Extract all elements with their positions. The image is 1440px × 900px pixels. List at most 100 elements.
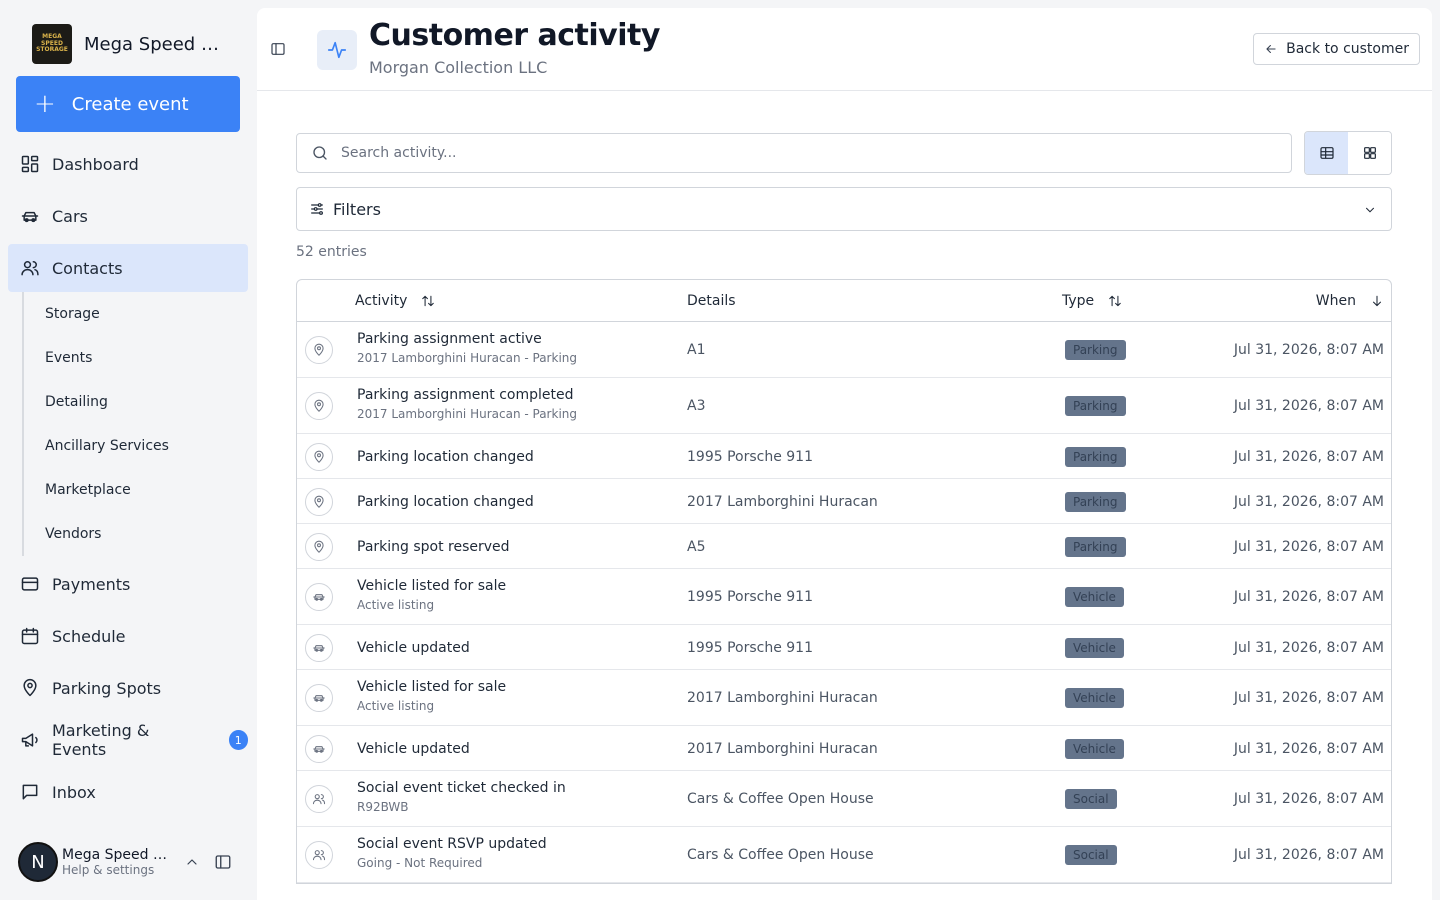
- when-cell: Jul 31, 2026, 8:07 AM: [1233, 448, 1384, 465]
- subnav-item-vendors[interactable]: Vendors: [45, 524, 101, 544]
- type-badge: Vehicle: [1065, 587, 1124, 607]
- column-details: Details: [687, 293, 736, 309]
- table-row[interactable]: Vehicle listed for sale Active listing 201…: [297, 670, 1391, 726]
- table-row[interactable]: Parking location changed 2017 Lamborghini…: [297, 479, 1391, 524]
- details-cell: Cars & Coffee Open House: [687, 847, 874, 863]
- entries-count: 52 entries: [296, 244, 367, 260]
- back-label: Back to customer: [1286, 41, 1409, 57]
- details-cell: 2017 Lamborghini Huracan: [687, 493, 878, 510]
- back-to-customer-button[interactable]: Back to customer: [1253, 33, 1420, 65]
- type-badge: Vehicle: [1065, 637, 1124, 658]
- filters-toggle[interactable]: Filters: [296, 187, 1392, 231]
- chevron-down-icon: [1365, 207, 1375, 213]
- when-cell: Jul 31, 2026, 8:07 AM: [1233, 493, 1384, 510]
- search-input[interactable]: [341, 145, 1241, 161]
- nav-label: Schedule: [52, 626, 126, 646]
- nav-label: Contacts: [52, 258, 123, 278]
- column-label: When: [1315, 292, 1356, 309]
- column-when[interactable]: When: [1316, 293, 1384, 309]
- chevron-up-icon[interactable]: [184, 854, 200, 870]
- arrow-down-icon: [1372, 295, 1382, 306]
- table-row[interactable]: Parking assignment active 2017 Lamborghin…: [297, 322, 1391, 378]
- column-activity[interactable]: Activity: [355, 293, 435, 309]
- activity-cell: Parking location changed: [357, 492, 534, 512]
- nav-item-contacts[interactable]: Contacts: [8, 244, 248, 292]
- activity-cell: Parking spot reserved: [357, 537, 510, 557]
- activity-subtitle: 2017 Lamborghini Huracan - Parking: [357, 407, 577, 421]
- create-event-button[interactable]: + Create event: [16, 76, 240, 132]
- table-header: Activity Details Type When: [297, 280, 1391, 322]
- map-pin-icon: [305, 336, 333, 364]
- table-row[interactable]: Parking assignment completed 2017 Lamborg…: [297, 378, 1391, 434]
- table-row[interactable]: Parking spot reserved A5 Parking Jul 31, 20…: [297, 524, 1391, 569]
- activity-title: Parking location changed: [357, 493, 534, 510]
- sliders-icon: [311, 203, 323, 215]
- nav-item-payments[interactable]: Payments: [8, 560, 248, 608]
- table-view-button[interactable]: [1305, 132, 1348, 174]
- table-row[interactable]: Vehicle updated 1995 Porsche 911 Vehicle Ju…: [297, 625, 1391, 670]
- activity-subtitle: 2017 Lamborghini Huracan - Parking: [357, 351, 577, 365]
- map-pin-icon: [305, 442, 333, 471]
- nav-item-cars[interactable]: Cars: [8, 192, 248, 240]
- grid-icon: [1363, 147, 1376, 159]
- nav-item-marketing-events[interactable]: Marketing & Events 1: [8, 716, 248, 764]
- table-row[interactable]: Vehicle updated 2017 Lamborghini Huracan V…: [297, 726, 1391, 771]
- column-label: Details: [687, 292, 736, 309]
- activity-cell: Social event RSVP updated Going - Not Req…: [357, 834, 547, 872]
- map-pin-icon: [305, 532, 333, 561]
- user-name: Mega Speed St...: [62, 847, 174, 863]
- nav-label: Marketing & Events: [52, 721, 150, 759]
- message-icon: [20, 782, 40, 802]
- activity-subtitle: Active listing: [357, 598, 435, 612]
- activity-title: Vehicle listed for sale: [357, 578, 507, 594]
- activity-subtitle: Active listing: [357, 699, 435, 713]
- nav-item-inbox[interactable]: Inbox: [8, 768, 248, 816]
- sidebar-toggle-icon[interactable]: [214, 853, 232, 871]
- subnav-item-ancillary-services[interactable]: Ancillary Services: [45, 436, 169, 456]
- filters-label: Filters: [333, 199, 381, 219]
- column-type[interactable]: Type: [1062, 293, 1122, 309]
- map-pin-icon: [305, 487, 333, 516]
- activity-title: Vehicle updated: [357, 639, 470, 656]
- table-row[interactable]: Social event RSVP updated Going - Not Req…: [297, 827, 1391, 883]
- brand-logo-text: MEGA SPEED STORAGE: [36, 33, 68, 54]
- table-row[interactable]: Parking location changed 1995 Porsche 911…: [297, 434, 1391, 479]
- brand[interactable]: MEGA SPEED STORAGE Mega Speed St...: [32, 24, 230, 64]
- details-cell: 2017 Lamborghini Huracan: [687, 740, 878, 757]
- sort-icon: [422, 295, 435, 306]
- activity-title: Parking location changed: [357, 448, 534, 465]
- user-menu[interactable]: N Mega Speed St... Help & settings: [18, 842, 248, 882]
- search-box: [296, 133, 1292, 173]
- table-row[interactable]: Vehicle listed for sale Active listing 199…: [297, 569, 1391, 625]
- nav-item-dashboard[interactable]: Dashboard: [8, 140, 248, 188]
- plus-icon: +: [34, 89, 56, 119]
- when-cell: Jul 31, 2026, 8:07 AM: [1233, 740, 1384, 757]
- type-badge: Vehicle: [1065, 738, 1124, 759]
- users-icon: [305, 785, 333, 813]
- main-panel: Customer activity Morgan Collection LLC …: [257, 8, 1432, 900]
- nav-item-schedule[interactable]: Schedule: [8, 612, 248, 660]
- panel-toggle-icon[interactable]: [270, 41, 286, 57]
- activity-cell: Parking location changed: [357, 447, 534, 467]
- activity-title: Parking assignment active: [357, 331, 542, 347]
- sidebar: MEGA SPEED STORAGE Mega Speed St... + Cr…: [0, 0, 256, 900]
- nav-label: Parking Spots: [52, 678, 162, 698]
- nav-label: Inbox: [52, 782, 96, 802]
- activity-title: Parking assignment completed: [357, 387, 574, 403]
- activity-title: Vehicle listed for sale: [357, 679, 507, 695]
- car-icon: [305, 633, 333, 662]
- activity-subtitle: Going - Not Required: [357, 856, 483, 870]
- nav-item-parking-spots[interactable]: Parking Spots: [8, 664, 248, 712]
- grid-view-button[interactable]: [1348, 132, 1391, 174]
- page-header: Customer activity Morgan Collection LLC …: [257, 8, 1432, 91]
- avatar: N: [18, 842, 58, 882]
- subnav-item-marketplace[interactable]: Marketplace: [45, 480, 131, 500]
- subnav-item-events[interactable]: Events: [45, 348, 92, 368]
- subnav-item-detailing[interactable]: Detailing: [45, 392, 108, 412]
- subnav-item-storage[interactable]: Storage: [45, 304, 100, 324]
- table-row[interactable]: Social event ticket checked in R92BWB Cars…: [297, 771, 1391, 827]
- activity-title: Parking spot reserved: [357, 538, 510, 555]
- details-cell: A5: [687, 538, 706, 555]
- activity-title: Social event RSVP updated: [357, 836, 547, 852]
- notification-badge: 1: [228, 730, 248, 750]
